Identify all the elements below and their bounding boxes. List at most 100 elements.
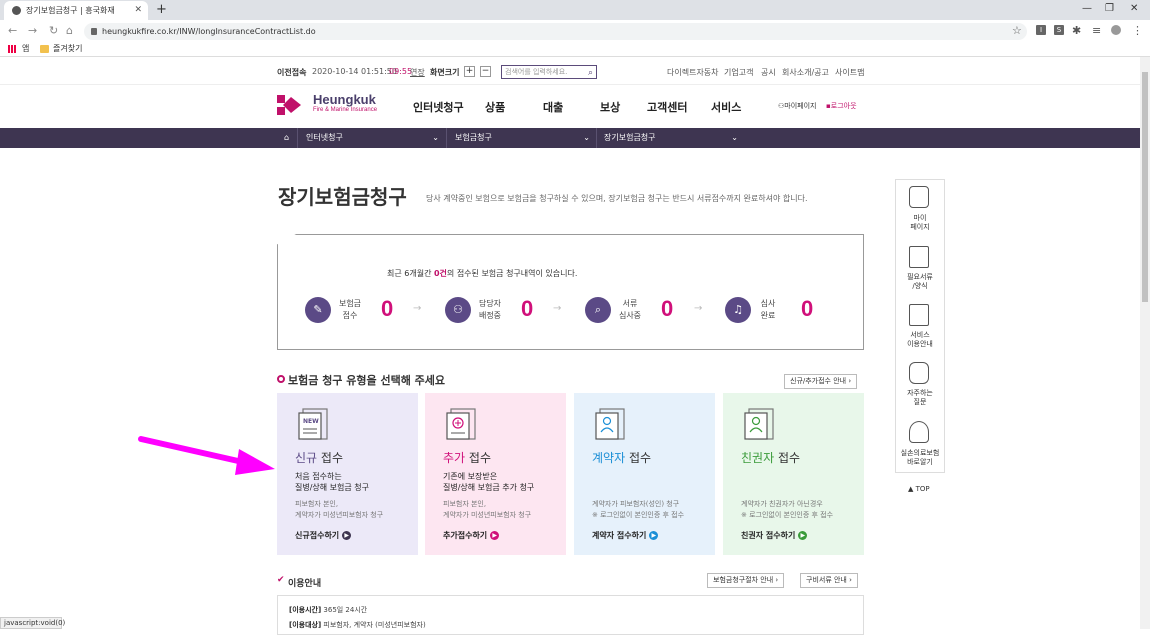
gnb-products[interactable]: 상품: [485, 99, 505, 115]
heungkuk-logo-icon[interactable]: [277, 95, 301, 115]
add-claim-link[interactable]: 추가접수하기 ▶: [443, 530, 500, 541]
folder-icon: [40, 45, 49, 53]
site-search-input[interactable]: 검색어를 입력하세요. ⌕: [501, 65, 597, 79]
mypage-icon[interactable]: [909, 186, 929, 208]
link-disclosure[interactable]: 공시: [761, 67, 776, 78]
scrollbar-thumb[interactable]: [1142, 72, 1148, 302]
guardian-claim-link[interactable]: 친권자 접수하기 ▶: [741, 530, 808, 541]
page-title: 장기보험금청구: [278, 185, 407, 209]
add-document-icon: [446, 408, 476, 440]
breadcrumb-level2[interactable]: 보험금청구 ⌄: [455, 128, 590, 148]
reading-list-icon[interactable]: ≡: [1092, 23, 1101, 39]
apps-icon[interactable]: [8, 45, 16, 53]
forward-icon[interactable]: →: [28, 23, 37, 39]
site-header: [0, 86, 1140, 128]
close-tab-icon[interactable]: ✕: [134, 1, 142, 20]
new-tab-button[interactable]: +: [156, 0, 167, 20]
back-icon[interactable]: ←: [8, 23, 17, 39]
claim-status-box: [277, 234, 864, 350]
required-docs-button[interactable]: 구비서류 안내 ›: [800, 573, 858, 588]
browser-tab[interactable]: 장기보험금청구 | 흥국화재 ✕: [4, 1, 148, 20]
search-icon[interactable]: ⌕: [588, 67, 593, 79]
card-policyholder-claim[interactable]: 계약자 접수 계약자가 피보험자(성인) 청구 ※ 로그인없이 본인인증 후 접수…: [574, 393, 715, 555]
new-add-guide-button[interactable]: 신규/추가접수 안내 ›: [784, 374, 858, 389]
svg-text:NEW: NEW: [303, 418, 319, 425]
breadcrumb-level1[interactable]: 인터넷청구 ⌄: [306, 128, 439, 148]
minimize-icon[interactable]: —: [1082, 0, 1092, 18]
restore-icon[interactable]: ❐: [1105, 0, 1114, 18]
extension-icon[interactable]: S: [1054, 25, 1064, 35]
link-corporate[interactable]: 기업고객: [724, 67, 753, 78]
favicon-icon: [12, 6, 21, 15]
zoom-in-button[interactable]: +: [464, 66, 475, 77]
url-field[interactable]: heungkukfire.co.kr/INW/longInsuranceCont…: [84, 23, 1027, 40]
gnb-internet-claim[interactable]: 인터넷청구: [413, 99, 464, 115]
chevron-down-icon: ⌄: [583, 133, 590, 142]
check-icon: ✔: [277, 575, 285, 585]
zoom-label: 화면크기: [430, 68, 460, 77]
quick-faq[interactable]: 자주하는 질문: [895, 389, 945, 407]
annotation-arrow-icon: [138, 436, 275, 475]
link-direct-car[interactable]: 다이렉트자동차: [667, 67, 719, 78]
close-window-icon[interactable]: ✕: [1130, 0, 1138, 18]
bookmark-favorites[interactable]: 즐겨찾기: [53, 42, 82, 56]
document-icon[interactable]: [909, 246, 929, 268]
link-company[interactable]: 회사소개/공고: [782, 67, 829, 78]
status-message: 최근 6개월간 0건의 접수된 보험금 청구내역이 있습니다.: [387, 269, 578, 278]
arrow-circle-icon: ▶: [798, 531, 808, 540]
browser-statusbar: javascript:void(0): [0, 617, 65, 629]
gnb-services[interactable]: 서비스: [711, 99, 741, 115]
logo-title[interactable]: Heungkuk: [313, 92, 376, 107]
card-add-claim[interactable]: 추가 접수 기존에 보장받은 질병/상해 보험금 추가 청구 피보험자 본인, 계약…: [425, 393, 566, 555]
chevron-down-icon: ⌄: [432, 133, 439, 142]
card-new-claim[interactable]: NEW 신규 접수 처음 접수하는 질병/상해 보험금 청구 피보험자 본인, 계약…: [277, 393, 418, 555]
card-title: 신규 접수: [295, 451, 343, 465]
logout-link[interactable]: ▪로그아웃: [826, 101, 857, 111]
gnb-compensation[interactable]: 보상: [600, 99, 620, 115]
person-document-icon: [595, 408, 625, 440]
mypage-link[interactable]: ⚇마이페이지: [778, 101, 816, 111]
step-label: 담당자 배정중: [478, 299, 502, 320]
home-icon[interactable]: ⌂: [66, 23, 73, 39]
new-document-icon: NEW: [298, 408, 328, 440]
extend-session-link[interactable]: 연장: [410, 67, 425, 78]
claim-procedure-button[interactable]: 보험금청구절차 안내 ›: [707, 573, 785, 588]
quick-mypage[interactable]: 마이 페이지: [895, 214, 945, 232]
session-timer: 09:55: [389, 67, 413, 76]
utility-bar: 이전접속 2020-10-14 01:51:50 09:55 연장 화면크기 +…: [0, 57, 1140, 85]
menu-dots-icon[interactable]: ⋮: [1132, 23, 1143, 39]
extensions-puzzle-icon[interactable]: ✱: [1072, 23, 1081, 39]
zoom-out-button[interactable]: −: [480, 66, 491, 77]
card-guardian-claim[interactable]: 친권자 접수 계약자가 친권자가 아닌경우 ※ 로그인없이 본인인증 후 접수 친…: [723, 393, 864, 555]
reload-icon[interactable]: ↻: [49, 23, 58, 39]
quick-medical-insurance[interactable]: 실손의료보험 바로알기: [895, 449, 945, 467]
new-claim-link[interactable]: 신규접수하기 ▶: [295, 530, 352, 541]
breadcrumb-level3[interactable]: 장기보험금청구 ⌄: [604, 128, 738, 148]
arrow-circle-icon: ▶: [342, 531, 352, 540]
card-note: 피보험자 본인, 계약자가 미성년피보험자 청구: [443, 500, 532, 519]
link-sitemap[interactable]: 사이트맵: [835, 67, 864, 78]
gnb-loans[interactable]: 대출: [543, 99, 563, 115]
card-note: 계약자가 친권자가 아닌경우 ※ 로그인없이 본인인증 후 접수: [741, 500, 834, 519]
gnb-customer-center[interactable]: 고객센터: [647, 99, 687, 115]
policyholder-claim-link[interactable]: 계약자 접수하기 ▶: [592, 530, 659, 541]
person-document-icon: [744, 408, 774, 440]
extension-icon[interactable]: I: [1036, 25, 1046, 35]
page-description: 당사 계약중인 보험으로 보험금을 청구하실 수 있으며, 장기보험금 청구는 …: [426, 194, 808, 203]
back-to-top-link[interactable]: ▲ TOP: [908, 485, 930, 493]
bookmark-apps[interactable]: 앱: [22, 42, 29, 56]
guide-monitor-icon[interactable]: [909, 304, 929, 326]
home-icon[interactable]: ⌂: [284, 128, 289, 148]
quick-service-guide[interactable]: 서비스 이용안내: [895, 331, 945, 349]
profile-avatar-icon[interactable]: [1111, 25, 1121, 35]
chat-bubble-icon[interactable]: [909, 362, 929, 384]
step-count: 0: [521, 296, 534, 321]
bookmark-star-icon[interactable]: ☆: [1012, 23, 1022, 39]
bookmarks-bar: 앱 즐겨찾기: [0, 42, 1150, 57]
arrow-right-icon: →: [413, 303, 422, 314]
step-count: 0: [801, 296, 814, 321]
quick-forms[interactable]: 필요서류 /양식: [895, 273, 945, 291]
divider: [297, 128, 298, 148]
browser-tabbar: [0, 0, 1150, 20]
lightbulb-icon[interactable]: [909, 421, 929, 443]
